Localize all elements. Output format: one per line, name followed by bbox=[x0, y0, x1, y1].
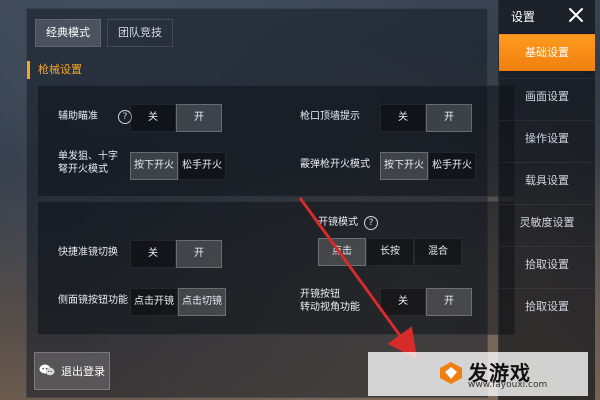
segmented-quick-scope-switch: 关 开 bbox=[130, 240, 222, 268]
option-on[interactable]: 开 bbox=[426, 104, 472, 132]
option-off[interactable]: 关 bbox=[130, 240, 176, 268]
option-press-fire[interactable]: 按下开火 bbox=[380, 152, 428, 180]
wechat-icon bbox=[39, 363, 55, 380]
segmented-scope-button-rotate-view: 关 开 bbox=[380, 288, 472, 316]
segmented-side-scope-button-function: 点击开镜 点击切镜 bbox=[130, 288, 226, 316]
logout-button[interactable]: 退出登录 bbox=[34, 352, 110, 390]
segmented-sniper-crossbow-fire-mode: 按下开火 松手开火 bbox=[130, 152, 226, 180]
label-shotgun-fire-mode: 霰弹枪开火模式 bbox=[300, 159, 370, 170]
label-muzzle-wall-hint: 枪口顶墙提示 bbox=[300, 111, 360, 122]
label-aim-assist: 辅助瞄准 bbox=[58, 111, 98, 122]
sidebar-item-sensitivity-settings[interactable]: 灵敏度设置 bbox=[499, 204, 595, 241]
segmented-shotgun-fire-mode: 按下开火 松手开火 bbox=[380, 152, 476, 180]
close-icon[interactable] bbox=[567, 6, 585, 24]
option-off[interactable]: 关 bbox=[130, 104, 176, 132]
sidebar-item-pickup-settings[interactable]: 拾取设置 bbox=[499, 246, 595, 283]
option-hold[interactable]: 长按 bbox=[366, 238, 414, 266]
sidebar-item-pickup-settings-2[interactable]: 拾取设置 bbox=[499, 288, 595, 325]
label-scope-button-rotate-view: 开镜按钮 转动视角功能 bbox=[300, 289, 360, 313]
label-scope-mode: 开镜模式 bbox=[318, 217, 358, 228]
settings-main-panel: 经典模式 团队竞技 枪械设置 辅助瞄准 ? 关 开 枪口顶墙提示 关 开 单发狙… bbox=[26, 8, 515, 398]
option-press-fire[interactable]: 按下开火 bbox=[130, 152, 178, 180]
segmented-aim-assist: 关 开 bbox=[130, 104, 222, 132]
sidebar-item-basic-settings[interactable]: 基础设置 bbox=[499, 34, 595, 71]
option-release-fire[interactable]: 松手开火 bbox=[428, 152, 476, 180]
sidebar-item-graphics-settings[interactable]: 画面设置 bbox=[499, 78, 595, 115]
option-mixed[interactable]: 混合 bbox=[414, 238, 462, 266]
logout-label: 退出登录 bbox=[61, 365, 105, 378]
watermark: 发游戏 www.fayouxi.com bbox=[368, 352, 588, 396]
option-on[interactable]: 开 bbox=[176, 104, 222, 132]
segmented-scope-mode: 点击 长按 混合 bbox=[318, 238, 462, 266]
mode-tabs: 经典模式 团队竞技 bbox=[27, 9, 487, 49]
logo-icon bbox=[438, 360, 464, 386]
label-quick-scope-switch: 快捷准镜切换 bbox=[58, 247, 118, 258]
watermark-url: www.fayouxi.com bbox=[468, 380, 548, 390]
label-side-scope-button-function: 侧面镜按钮功能 bbox=[58, 295, 128, 306]
segmented-muzzle-wall-hint: 关 开 bbox=[380, 104, 472, 132]
weapon-settings-panel-2: 快捷准镜切换 关 开 开镜模式 ? 点击 长按 混合 侧面镜按钮功能 点击开镜 … bbox=[37, 201, 515, 335]
help-icon[interactable]: ? bbox=[364, 216, 378, 230]
label-sniper-crossbow-fire-mode: 单发狙、十字 弩开火模式 bbox=[58, 151, 118, 175]
sidebar-item-vehicle-settings[interactable]: 载具设置 bbox=[499, 162, 595, 199]
option-on[interactable]: 开 bbox=[426, 288, 472, 316]
option-release-fire[interactable]: 松手开火 bbox=[178, 152, 226, 180]
option-off[interactable]: 关 bbox=[380, 104, 426, 132]
sidebar-title: 设置 bbox=[511, 10, 536, 24]
sidebar-header: 设置 bbox=[499, 0, 595, 34]
settings-sidebar: 设置 基础设置 画面设置 操作设置 载具设置 灵敏度设置 拾取设置 拾取设置 bbox=[498, 0, 595, 400]
tab-team-deathmatch[interactable]: 团队竞技 bbox=[107, 19, 173, 47]
option-tap-switch-scope[interactable]: 点击切镜 bbox=[178, 288, 226, 316]
option-tap[interactable]: 点击 bbox=[318, 238, 366, 266]
sidebar-item-controls-settings[interactable]: 操作设置 bbox=[499, 120, 595, 157]
tab-classic-mode[interactable]: 经典模式 bbox=[35, 19, 101, 47]
option-on[interactable]: 开 bbox=[176, 240, 222, 268]
weapon-settings-panel-1: 辅助瞄准 ? 关 开 枪口顶墙提示 关 开 单发狙、十字 弩开火模式 按下开火 … bbox=[37, 85, 515, 197]
option-off[interactable]: 关 bbox=[380, 288, 426, 316]
section-title: 枪械设置 bbox=[27, 61, 82, 79]
option-tap-open-scope[interactable]: 点击开镜 bbox=[130, 288, 178, 316]
